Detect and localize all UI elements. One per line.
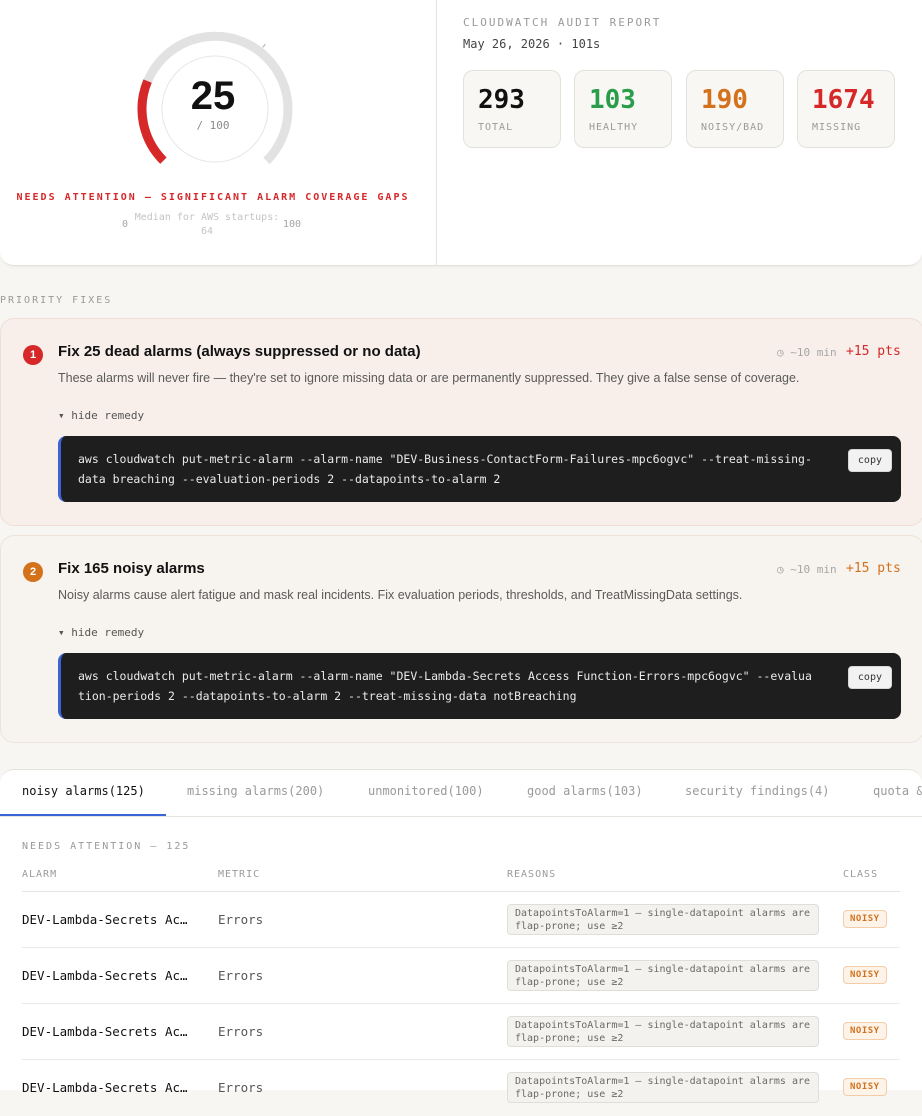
score-value: 25 (190, 74, 236, 118)
summary-card: 25 / 100 NEEDS ATTENTION — SIGNIFICANT A… (0, 0, 922, 266)
stat-noisy: 190 NOISY/BAD (686, 70, 784, 148)
class-badge: NOISY (843, 910, 887, 928)
fix-title: Fix 25 dead alarms (always suppressed or… (58, 343, 421, 360)
tab-good-alarms[interactable]: good alarms(103) (527, 784, 643, 798)
fix-card-noisy-alarms: 2 Fix 165 noisy alarms ◷ ~10 min +15 pts… (0, 535, 922, 743)
alarm-name: DEV-Lambda-Secrets Ac… (22, 912, 188, 927)
scale-max: 100 (283, 219, 302, 230)
column-header-reasons: REASONS (507, 869, 557, 880)
stat-label: TOTAL (478, 122, 514, 133)
reason-chip: DatapointsToAlarm=1 — single-datapoint a… (507, 960, 819, 991)
header-divider (436, 0, 437, 265)
score-max: / 100 (196, 119, 230, 132)
remedy-command: aws cloudwatch put-metric-alarm --alarm-… (78, 452, 812, 486)
stat-label: MISSING (812, 122, 862, 133)
tab-missing-alarms[interactable]: missing alarms(200) (187, 784, 324, 798)
remedy-command-block: aws cloudwatch put-metric-alarm --alarm-… (58, 653, 901, 719)
metric-name: Errors (218, 1080, 264, 1095)
hide-remedy-toggle[interactable]: ▾ hide remedy (58, 409, 144, 422)
copy-button[interactable]: copy (847, 449, 892, 472)
column-header-metric: METRIC (218, 869, 261, 880)
median-note: Median for AWS startups: 64 (134, 212, 280, 237)
table-caption: NEEDS ATTENTION — 125 (22, 841, 191, 852)
stat-healthy: 103 HEALTHY (574, 70, 672, 148)
fix-time: ◷ ~10 min (777, 563, 837, 576)
stat-value: 190 (701, 85, 748, 115)
stat-value: 293 (478, 85, 525, 115)
table-row[interactable]: DEV-Lambda-Secrets Ac… Errors Datapoints… (0, 948, 922, 1004)
priority-fixes-label: PRIORITY FIXES (0, 295, 113, 306)
stat-value: 103 (589, 85, 636, 115)
table-row[interactable]: DEV-Lambda-Secrets Ac… Errors Datapoints… (0, 1004, 922, 1060)
results-panel: noisy alarms(125) missing alarms(200) un… (0, 769, 922, 1103)
remedy-command-block: aws cloudwatch put-metric-alarm --alarm-… (58, 436, 901, 502)
table-row[interactable]: DEV-Lambda-Secrets Ac… Errors Datapoints… (0, 892, 922, 948)
fix-time-value: ~10 min (790, 346, 837, 359)
metric-name: Errors (218, 1024, 264, 1039)
fix-number-badge: 2 (23, 562, 43, 582)
stat-missing: 1674 MISSING (797, 70, 895, 148)
stat-total: 293 TOTAL (463, 70, 561, 148)
fix-time: ◷ ~10 min (777, 346, 837, 359)
score-verdict: NEEDS ATTENTION — SIGNIFICANT ALARM COVE… (16, 192, 410, 203)
tab-security-findings[interactable]: security findings(4) (685, 784, 830, 798)
alarm-name: DEV-Lambda-Secrets Ac… (22, 1024, 188, 1039)
clock-icon: ◷ (777, 346, 791, 359)
reason-chip: DatapointsToAlarm=1 — single-datapoint a… (507, 904, 819, 935)
class-badge: NOISY (843, 1022, 887, 1040)
reason-chip: DatapointsToAlarm=1 — single-datapoint a… (507, 1016, 819, 1047)
remedy-command: aws cloudwatch put-metric-alarm --alarm-… (78, 669, 812, 703)
fix-card-dead-alarms: 1 Fix 25 dead alarms (always suppressed … (0, 318, 922, 526)
report-label: CLOUDWATCH AUDIT REPORT (463, 16, 662, 29)
fix-title: Fix 165 noisy alarms (58, 560, 205, 577)
gauge-median-tick (262, 43, 266, 48)
class-badge: NOISY (843, 1078, 887, 1096)
fix-time-value: ~10 min (790, 563, 837, 576)
metric-name: Errors (218, 968, 264, 983)
scale-min: 0 (122, 219, 129, 230)
table-row[interactable]: DEV-Lambda-Secrets Ac… Errors Datapoints… (0, 1060, 922, 1116)
clock-icon: ◷ (777, 563, 791, 576)
fix-description: These alarms will never fire — they're s… (58, 371, 800, 385)
tab-quota[interactable]: quota & (873, 784, 922, 798)
column-header-alarm: ALARM (22, 869, 58, 880)
reason-chip: DatapointsToAlarm=1 — single-datapoint a… (507, 1072, 819, 1103)
tab-noisy-alarms[interactable]: noisy alarms(125) (22, 784, 145, 798)
active-tab-indicator (0, 814, 166, 816)
gauge-score-arc (137, 79, 167, 164)
tab-unmonitored[interactable]: unmonitored(100) (368, 784, 484, 798)
alarm-name: DEV-Lambda-Secrets Ac… (22, 968, 188, 983)
fix-points: +15 pts (846, 561, 901, 576)
metric-name: Errors (218, 912, 264, 927)
alarm-name: DEV-Lambda-Secrets Ac… (22, 1080, 188, 1095)
stat-label: HEALTHY (589, 122, 639, 133)
stat-value: 1674 (812, 85, 875, 115)
report-date: May 26, 2026 · 101s (463, 37, 601, 51)
fix-points: +15 pts (846, 344, 901, 359)
hide-remedy-toggle[interactable]: ▾ hide remedy (58, 626, 144, 639)
fix-number-badge: 1 (23, 345, 43, 365)
column-header-class: CLASS (843, 869, 879, 880)
copy-button[interactable]: copy (847, 666, 892, 689)
class-badge: NOISY (843, 966, 887, 984)
stat-label: NOISY/BAD (701, 122, 765, 133)
fix-description: Noisy alarms cause alert fatigue and mas… (58, 588, 743, 602)
tabs-divider (0, 816, 922, 817)
